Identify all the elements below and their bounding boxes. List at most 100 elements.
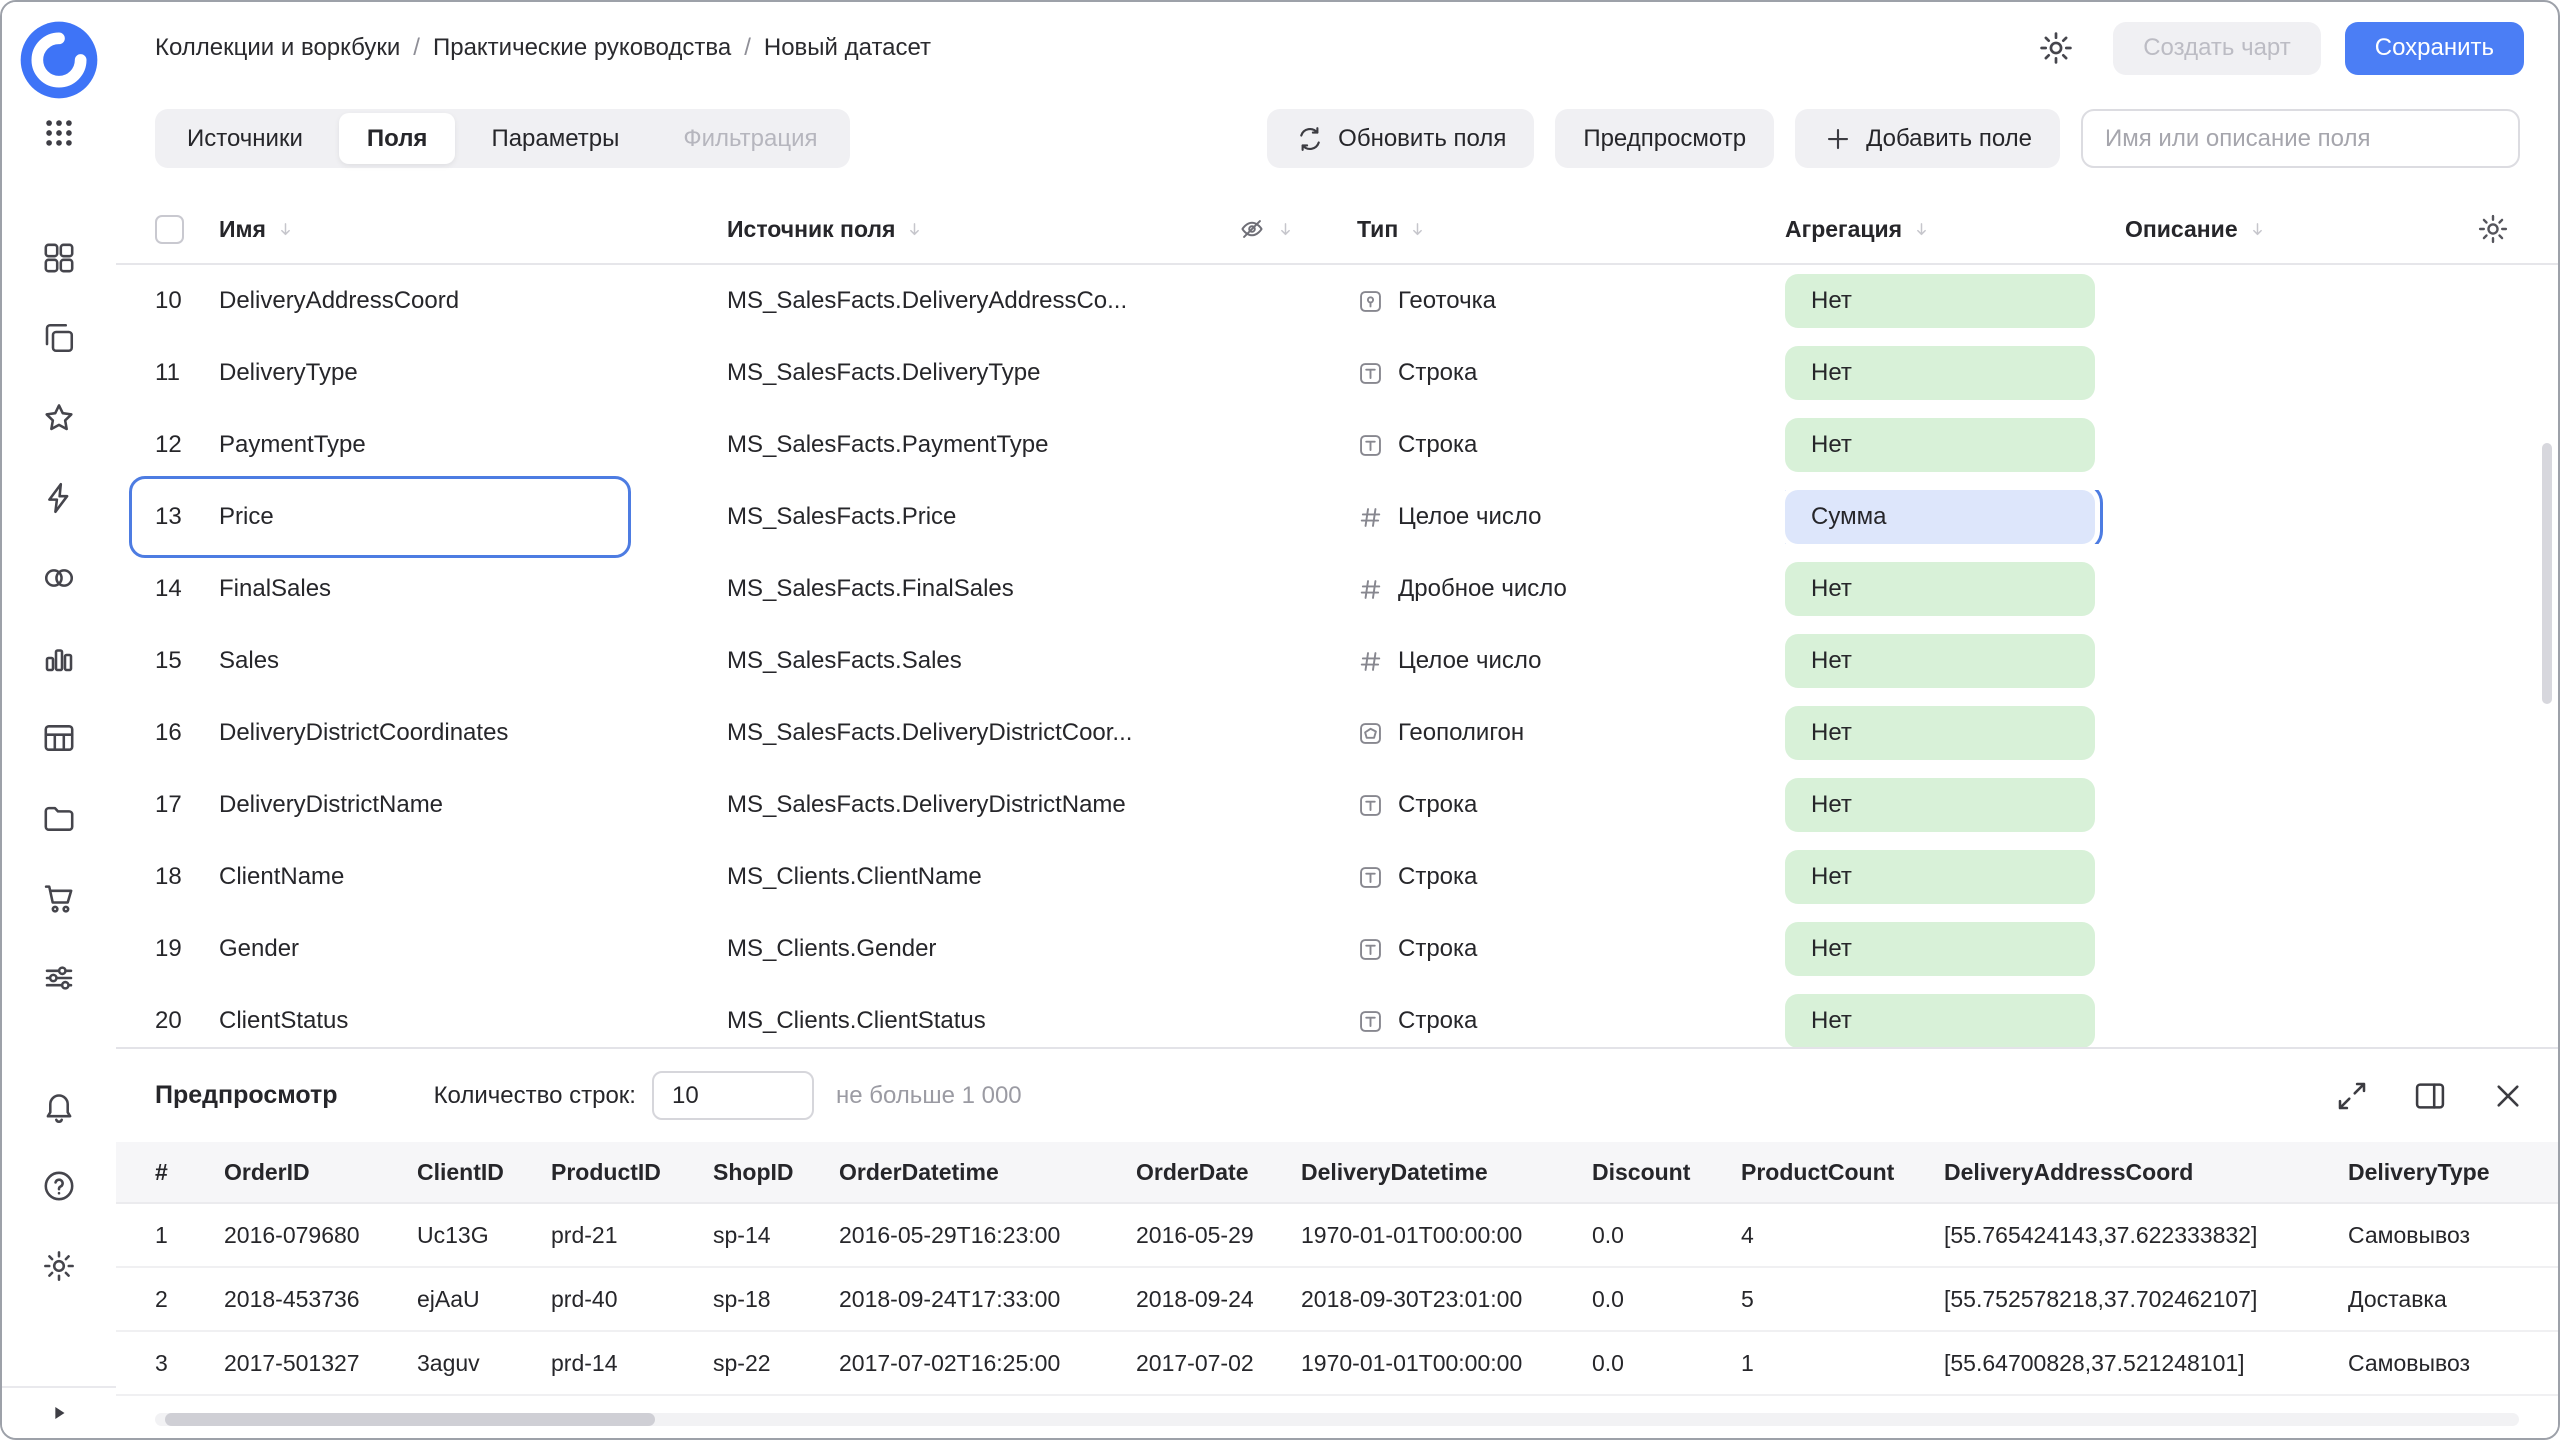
table-icon[interactable]	[41, 720, 77, 756]
field-row[interactable]: 16 DeliveryDistrictCoordinates MS_SalesF…	[116, 697, 2558, 769]
field-row[interactable]: 18 ClientName MS_Clients.ClientName Стро…	[116, 841, 2558, 913]
field-type-cell[interactable]: Дробное число	[1357, 575, 1785, 603]
horizontal-scrollbar-thumb[interactable]	[165, 1413, 655, 1426]
field-row[interactable]: 13 Price MS_SalesFacts.Price Целое число…	[116, 476, 2558, 558]
aggregation-select[interactable]: Нет	[1785, 994, 2095, 1047]
aggregation-select[interactable]: Нет	[1785, 562, 2095, 616]
row-count-input[interactable]	[651, 1071, 814, 1120]
field-type-cell[interactable]: Строка	[1357, 791, 1785, 819]
preview-cell: 3	[155, 1349, 168, 1376]
bar-chart-icon[interactable]	[41, 640, 77, 676]
row-number: 10	[155, 287, 182, 314]
field-name-cell[interactable]: ClientName	[219, 863, 727, 891]
sort-down-icon[interactable]	[2247, 219, 2268, 240]
field-row[interactable]: 17 DeliveryDistrictName MS_SalesFacts.De…	[116, 769, 2558, 841]
close-icon[interactable]	[2490, 1078, 2526, 1114]
circles-icon[interactable]	[41, 560, 77, 596]
field-name-cell[interactable]: DeliveryDistrictName	[219, 791, 727, 819]
datalens-logo[interactable]	[19, 20, 99, 100]
select-all-checkbox[interactable]	[155, 214, 184, 244]
row-count-hint: не больше 1 000	[835, 1081, 1022, 1109]
table-settings-gear-icon[interactable]	[2476, 212, 2510, 246]
aggregation-select[interactable]: Нет	[1785, 274, 2095, 328]
col-header-description[interactable]: Описание	[2125, 216, 2238, 243]
field-row[interactable]: 14 FinalSales MS_SalesFacts.FinalSales Д…	[116, 553, 2558, 625]
folder-icon[interactable]	[41, 800, 77, 836]
bell-icon[interactable]	[41, 1088, 77, 1124]
aggregation-select[interactable]: Нет	[1785, 634, 2095, 688]
preview-cell: 2017-501327	[224, 1349, 360, 1376]
preview-button[interactable]: Предпросмотр	[1555, 109, 1775, 168]
aggregation-select[interactable]: Нет	[1785, 706, 2095, 760]
col-header-name[interactable]: Имя	[219, 216, 266, 243]
field-name-cell[interactable]: Price	[219, 503, 727, 531]
tab-sources[interactable]: Источники	[155, 109, 335, 168]
field-type-cell[interactable]: Строка	[1357, 431, 1785, 459]
gear-icon[interactable]	[41, 1248, 77, 1284]
col-header-type[interactable]: Тип	[1357, 216, 1398, 243]
field-name-cell[interactable]: DeliveryDistrictCoordinates	[219, 719, 727, 747]
aggregation-select[interactable]: Нет	[1785, 850, 2095, 904]
col-header-source[interactable]: Источник поля	[727, 216, 895, 243]
field-type-cell[interactable]: Целое число	[1357, 503, 1785, 531]
apps-grid-icon[interactable]	[42, 116, 76, 150]
field-type-cell[interactable]: Строка	[1357, 935, 1785, 963]
field-row[interactable]: 19 Gender MS_Clients.Gender Строка Нет	[116, 913, 2558, 985]
refresh-fields-button[interactable]: Обновить поля	[1267, 109, 1535, 168]
sort-down-icon[interactable]	[1911, 219, 1932, 240]
preview-cell: 2016-079680	[224, 1221, 360, 1248]
field-name-cell[interactable]: DeliveryType	[219, 359, 727, 387]
aggregation-select[interactable]: Нет	[1785, 922, 2095, 976]
breadcrumb-item-collections[interactable]: Коллекции и воркбуки	[155, 34, 400, 62]
field-name-cell[interactable]: Sales	[219, 647, 727, 675]
save-button[interactable]: Сохранить	[2344, 21, 2524, 75]
field-type-cell[interactable]: Геоточка	[1357, 287, 1785, 315]
settings-gear-icon[interactable]	[2037, 29, 2075, 67]
field-name-cell[interactable]: FinalSales	[219, 575, 727, 603]
breadcrumb-item-guides[interactable]: Практические руководства	[433, 34, 731, 62]
cart-icon[interactable]	[41, 880, 77, 916]
field-row[interactable]: 20 ClientStatus MS_Clients.ClientStatus …	[116, 985, 2558, 1047]
preview-cell: [55.64700828,37.521248101]	[1944, 1349, 2245, 1376]
eye-off-icon[interactable]	[1238, 215, 1266, 243]
aggregation-select[interactable]: Нет	[1785, 418, 2095, 472]
field-source-cell: MS_SalesFacts.DeliveryType	[727, 359, 1041, 386]
aggregation-select[interactable]: Нет	[1785, 346, 2095, 400]
field-source-cell: MS_SalesFacts.DeliveryDistrictName	[727, 791, 1126, 818]
field-row[interactable]: 12 PaymentType MS_SalesFacts.PaymentType…	[116, 409, 2558, 481]
aggregation-select[interactable]: Нет	[1785, 778, 2095, 832]
expand-icon[interactable]	[2334, 1078, 2370, 1114]
preview-cell: Uc13G	[417, 1221, 489, 1248]
field-row[interactable]: 11 DeliveryType MS_SalesFacts.DeliveryTy…	[116, 337, 2558, 409]
field-row[interactable]: 15 Sales MS_SalesFacts.Sales Целое число…	[116, 625, 2558, 697]
field-type-cell[interactable]: Целое число	[1357, 647, 1785, 675]
star-icon[interactable]	[41, 400, 77, 436]
field-name-cell[interactable]: DeliveryAddressCoord	[219, 287, 727, 315]
sort-down-icon[interactable]	[275, 219, 296, 240]
field-row[interactable]: 10 DeliveryAddressCoord MS_SalesFacts.De…	[116, 265, 2558, 337]
copy-icon[interactable]	[41, 320, 77, 356]
lightning-icon[interactable]	[41, 480, 77, 516]
add-field-button[interactable]: Добавить поле	[1795, 109, 2060, 168]
panel-right-icon[interactable]	[2412, 1078, 2448, 1114]
col-header-aggregation[interactable]: Агрегация	[1785, 216, 1902, 243]
field-type-cell[interactable]: Геополигон	[1357, 719, 1785, 747]
field-name-cell[interactable]: PaymentType	[219, 431, 727, 459]
field-type-cell[interactable]: Строка	[1357, 1007, 1785, 1035]
tab-fields[interactable]: Поля	[338, 113, 456, 164]
sidebar-footer[interactable]	[2, 1386, 116, 1438]
field-name-cell[interactable]: ClientStatus	[219, 1007, 727, 1035]
tab-parameters[interactable]: Параметры	[459, 109, 651, 168]
sort-down-icon[interactable]	[1275, 219, 1296, 240]
dashboards-icon[interactable]	[41, 240, 77, 276]
field-search-input[interactable]	[2081, 109, 2520, 168]
field-type-cell[interactable]: Строка	[1357, 359, 1785, 387]
question-icon[interactable]	[41, 1168, 77, 1204]
aggregation-select[interactable]: Сумма	[1785, 490, 2103, 544]
sort-down-icon[interactable]	[904, 219, 925, 240]
sort-down-icon[interactable]	[1407, 219, 1428, 240]
sliders-icon[interactable]	[41, 960, 77, 996]
field-name-cell[interactable]: Gender	[219, 935, 727, 963]
field-source-cell: MS_Clients.ClientStatus	[727, 1007, 986, 1034]
field-type-cell[interactable]: Строка	[1357, 863, 1785, 891]
